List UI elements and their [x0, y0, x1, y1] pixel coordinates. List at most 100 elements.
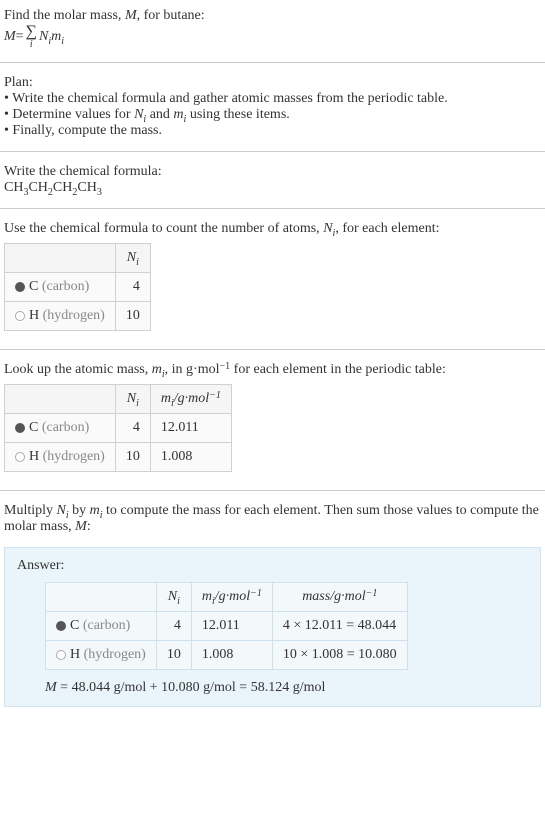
h-neg1: −1 [250, 588, 262, 599]
step4-section: Multiply Ni by mi to compute the mass fo… [0, 495, 545, 543]
h-N: N [127, 391, 136, 406]
table-row: C (carbon) 4 [5, 273, 151, 302]
h-unit: /g·mol [215, 589, 250, 604]
table-header-row: Ni mi/g·mol−1 mass/g·mol−1 [46, 583, 408, 612]
atom-count-table: Ni C (carbon) 4 H (hydrogen) 10 [4, 243, 151, 331]
carbon-calc: 4 × 12.011 = 48.044 [272, 612, 407, 641]
carbon-gray: (carbon) [83, 618, 130, 633]
s4-a: Multiply [4, 503, 57, 518]
eq-M: M [4, 29, 16, 45]
atomic-mass-table: Ni mi/g·mol−1 C (carbon) 4 12.011 H (hyd… [4, 384, 232, 472]
hydrogen-gray: (hydrogen) [84, 647, 146, 662]
chem-sub: 3 [97, 187, 102, 198]
header-mass: mass/g·mol−1 [272, 583, 407, 612]
molar-mass-equation: M = ∑ i Ni mi [4, 24, 541, 50]
step2-Ni: i [333, 228, 336, 239]
hydrogen-m: 1.008 [150, 443, 231, 472]
carbon-dot-icon [15, 423, 25, 433]
sigma-icon: ∑ [26, 24, 37, 40]
h-mi: i [171, 398, 174, 409]
plan-title: Plan: [4, 75, 541, 91]
hydrogen-dot-icon [15, 311, 25, 321]
h-neg1: −1 [209, 390, 221, 401]
carbon-dot-icon [15, 282, 25, 292]
s3-b: , in g·mol [165, 362, 220, 377]
carbon-m: 12.011 [191, 612, 272, 641]
h-i: i [136, 398, 139, 409]
carbon-m: 12.011 [150, 414, 231, 443]
table-header-row: Ni mi/g·mol−1 [5, 385, 232, 414]
step3-text: Look up the atomic mass, mi, in g·mol−1 … [4, 362, 541, 378]
chem-sub: 2 [72, 187, 77, 198]
step4-text: Multiply Ni by mi to compute the mass fo… [4, 503, 541, 535]
chem-ch4: CH [77, 180, 96, 195]
plan-section: Plan: • Write the chemical formula and g… [0, 67, 545, 147]
divider [0, 62, 545, 63]
plan-b2-a: • Determine values for [4, 107, 134, 122]
h-neg1: −1 [366, 588, 378, 599]
s4-by: by [69, 503, 90, 518]
h-mass: mass/g·mol [302, 589, 365, 604]
plan-b2-Ni: i [143, 114, 146, 125]
sum-index: i [30, 40, 33, 50]
s4-M: M [75, 519, 87, 534]
hydrogen-dot-icon [15, 452, 25, 462]
carbon-n: 4 [115, 414, 150, 443]
eq-m-sub: i [61, 36, 64, 47]
header-Ni: Ni [115, 244, 150, 273]
s3-neg1: −1 [220, 361, 231, 372]
intro-text: Find the molar mass, [4, 8, 125, 23]
plan-bullet-1: • Write the chemical formula and gather … [4, 91, 541, 107]
summation-symbol: ∑ i [26, 24, 37, 50]
answer-content: Ni mi/g·mol−1 mass/g·mol−1 C (carbon) 4 … [17, 582, 528, 696]
intro-section: Find the molar mass, M , for butane: M = … [0, 0, 545, 58]
hydrogen-label: H [70, 647, 84, 662]
carbon-cell: C (carbon) [5, 273, 116, 302]
chem-ch2: CH [28, 180, 47, 195]
plan-bullet-2: • Determine values for Ni and mi using t… [4, 107, 541, 123]
h-N: N [127, 250, 136, 265]
header-mi: mi/g·mol−1 [150, 385, 231, 414]
h-m: m [161, 391, 171, 406]
eq-N: N [39, 29, 48, 45]
carbon-n: 4 [156, 612, 191, 641]
s4-c: : [87, 519, 91, 534]
final-text: = 48.044 g/mol + 10.080 g/mol = 58.124 g… [57, 680, 326, 695]
hydrogen-n: 10 [115, 302, 150, 331]
table-row: C (carbon) 4 12.011 [5, 414, 232, 443]
carbon-n: 4 [115, 273, 150, 302]
hydrogen-calc: 10 × 1.008 = 10.080 [272, 641, 407, 670]
carbon-gray: (carbon) [42, 279, 89, 294]
header-Ni: Ni [115, 385, 150, 414]
hydrogen-cell: H (hydrogen) [5, 443, 116, 472]
hydrogen-label: H [29, 308, 43, 323]
h-m: m [202, 589, 212, 604]
final-M: M [45, 680, 57, 695]
plan-bullet-3: • Finally, compute the mass. [4, 123, 541, 139]
step2-a: Use the chemical formula to count the nu… [4, 221, 323, 236]
h-i: i [177, 596, 180, 607]
chem-ch1: CH [4, 180, 23, 195]
step2-text: Use the chemical formula to count the nu… [4, 221, 541, 237]
eq-N-sub: i [48, 36, 51, 47]
plan-b2-c: using these items. [186, 107, 289, 122]
carbon-label: C [29, 420, 42, 435]
header-empty [5, 244, 116, 273]
s4-mi: i [100, 510, 103, 521]
h-N: N [168, 589, 177, 604]
final-result: M = 48.044 g/mol + 10.080 g/mol = 58.124… [45, 680, 528, 696]
table-header-row: Ni [5, 244, 151, 273]
hydrogen-m: 1.008 [191, 641, 272, 670]
header-empty [5, 385, 116, 414]
intro-text2: , for butane: [137, 8, 205, 23]
step2-b: , for each element: [335, 221, 439, 236]
h-unit: /g·mol [174, 391, 209, 406]
header-mi: mi/g·mol−1 [191, 583, 272, 612]
plan-b2-m: m [173, 107, 183, 122]
chemical-formula: CH3CH2CH2CH3 [4, 180, 541, 196]
s3-i: i [162, 369, 165, 380]
carbon-gray: (carbon) [42, 420, 89, 435]
s4-Ni: i [66, 510, 69, 521]
hydrogen-n: 10 [115, 443, 150, 472]
h-i: i [136, 257, 139, 268]
